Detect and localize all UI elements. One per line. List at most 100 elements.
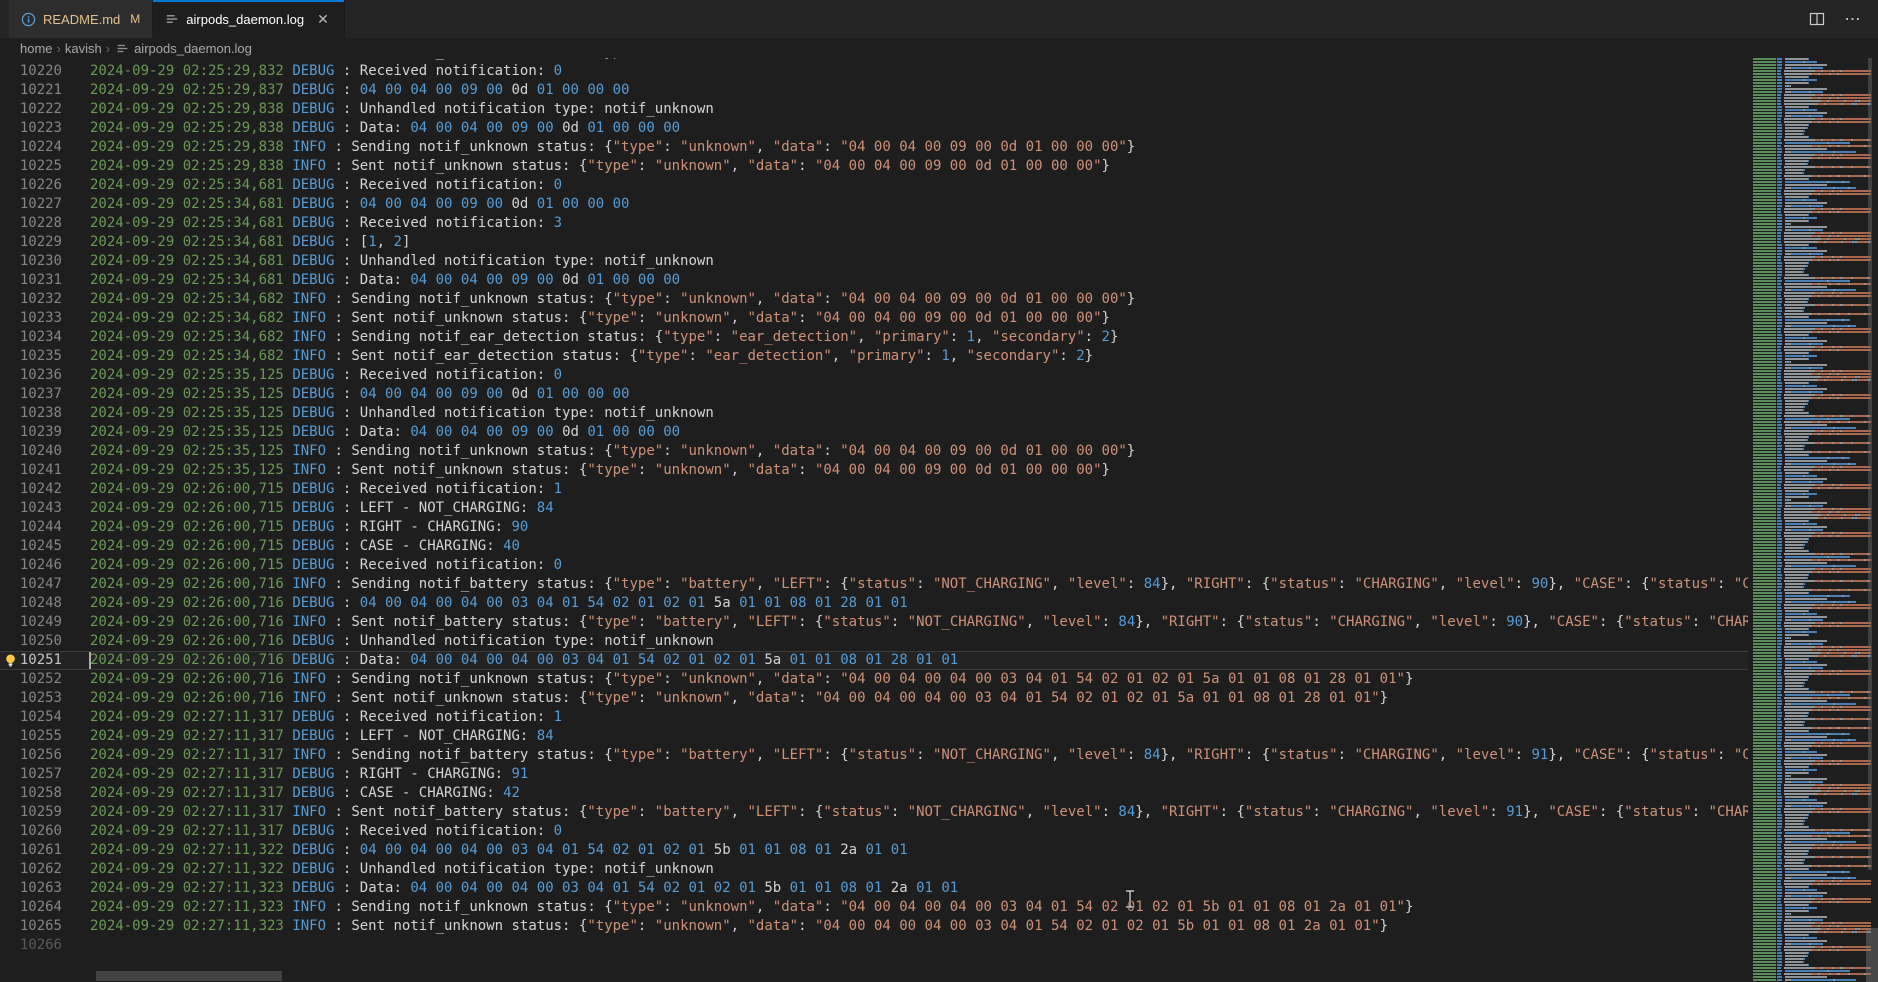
log-line[interactable]: 102202024-09-29 02:25:29,832 DEBUG : Rec… [0,62,1878,81]
lightbulb-icon[interactable] [3,653,18,668]
log-line[interactable]: 102372024-09-29 02:25:35,125 DEBUG : 04 … [0,385,1878,404]
minimap-line [1753,487,1871,489]
log-line[interactable]: 102652024-09-29 02:27:11,323 INFO : Sent… [0,917,1878,936]
log-line[interactable]: 102472024-09-29 02:26:00,716 INFO : Send… [0,575,1878,594]
log-line[interactable]: 102532024-09-29 02:26:00,716 INFO : Sent… [0,689,1878,708]
log-line[interactable]: 102492024-09-29 02:26:00,716 INFO : Sent… [0,613,1878,632]
log-line[interactable]: 102442024-09-29 02:26:00,715 DEBUG : RIG… [0,518,1878,537]
log-line[interactable]: 102422024-09-29 02:26:00,715 DEBUG : Rec… [0,480,1878,499]
log-line[interactable]: 102582024-09-29 02:27:11,317 DEBUG : CAS… [0,784,1878,803]
minimap-line [1753,973,1871,975]
log-line[interactable]: 102262024-09-29 02:25:34,681 DEBUG : Rec… [0,176,1878,195]
log-line[interactable]: 102282024-09-29 02:25:34,681 DEBUG : Rec… [0,214,1878,233]
log-line[interactable]: 102622024-09-29 02:27:11,322 DEBUG : Unh… [0,860,1878,879]
minimap-line [1753,511,1871,513]
log-line[interactable]: 102392024-09-29 02:25:35,125 DEBUG : Dat… [0,423,1878,442]
minimap-line [1753,364,1871,366]
log-line[interactable]: 102242024-09-29 02:25:29,838 INFO : Send… [0,138,1878,157]
log-line[interactable]: 102572024-09-29 02:27:11,317 DEBUG : RIG… [0,765,1878,784]
vertical-scrollbar[interactable] [1866,928,1878,982]
log-line[interactable]: 102312024-09-29 02:25:34,681 DEBUG : Dat… [0,271,1878,290]
minimap-line [1753,412,1871,414]
minimap-line [1753,409,1871,411]
minimap-line [1753,232,1871,234]
line-number: 10232 [0,290,62,309]
log-line-text: 2024-09-29 02:26:00,716 INFO : Sending n… [90,575,1748,594]
tab-readme[interactable]: README.md M [9,0,153,38]
line-number: 10230 [0,252,62,271]
log-line[interactable]: 102402024-09-29 02:25:35,125 INFO : Send… [0,442,1878,461]
minimap-line [1753,139,1871,141]
log-line[interactable]: 102632024-09-29 02:27:11,323 DEBUG : Dat… [0,879,1878,898]
log-line[interactable]: 102292024-09-29 02:25:34,681 DEBUG : [1,… [0,233,1878,252]
log-line[interactable]: 102222024-09-29 02:25:29,838 DEBUG : Unh… [0,100,1878,119]
log-line[interactable]: 102592024-09-29 02:27:11,317 INFO : Sent… [0,803,1878,822]
minimap-line [1753,460,1871,462]
log-line[interactable]: 102212024-09-29 02:25:29,837 DEBUG : 04 … [0,81,1878,100]
log-line[interactable]: 10266 [0,936,1878,955]
log-line[interactable]: 102252024-09-29 02:25:29,838 INFO : Sent… [0,157,1878,176]
log-line-text: 2024-09-29 02:25:34,681 DEBUG : Received… [90,176,562,195]
minimap-line [1753,541,1871,543]
log-line[interactable]: 102432024-09-29 02:26:00,715 DEBUG : LEF… [0,499,1878,518]
close-icon[interactable]: ✕ [314,11,332,27]
more-actions-icon[interactable]: ⋯ [1842,8,1864,30]
minimap-line [1753,82,1871,84]
minimap-line [1753,706,1871,708]
log-line[interactable]: 102612024-09-29 02:27:11,322 DEBUG : 04 … [0,841,1878,860]
minimap-line [1753,520,1871,522]
log-line-text: 2024-09-29 02:26:00,715 DEBUG : CASE - C… [90,537,520,556]
log-line[interactable]: 102542024-09-29 02:27:11,317 DEBUG : Rec… [0,708,1878,727]
minimap-line [1753,208,1871,210]
log-line[interactable]: 102362024-09-29 02:25:35,125 DEBUG : Rec… [0,366,1878,385]
minimap-line [1753,652,1871,654]
minimap-line [1753,67,1871,69]
breadcrumb-item-file[interactable]: airpods_daemon.log [134,41,252,56]
log-line[interactable]: 102562024-09-29 02:27:11,317 INFO : Send… [0,746,1878,765]
breadcrumb-item-kavish[interactable]: kavish [65,41,102,56]
tab-airpods-daemon-log[interactable]: airpods_daemon.log ✕ [153,0,345,38]
minimap-line [1753,817,1871,819]
minimap-line [1753,700,1871,702]
log-line[interactable]: 102512024-09-29 02:26:00,716 DEBUG : Dat… [0,651,1878,670]
minimap[interactable] [1748,58,1878,982]
log-line[interactable]: 102452024-09-29 02:26:00,715 DEBUG : CAS… [0,537,1878,556]
minimap-line [1753,148,1871,150]
minimap-line [1753,94,1871,96]
log-line[interactable]: 102552024-09-29 02:27:11,317 DEBUG : LEF… [0,727,1878,746]
log-line[interactable]: 102302024-09-29 02:25:34,681 DEBUG : Unh… [0,252,1878,271]
log-line-text: 2024-09-29 02:27:11,317 DEBUG : CASE - C… [90,784,520,803]
log-line[interactable]: 102642024-09-29 02:27:11,323 INFO : Send… [0,898,1878,917]
split-editor-icon[interactable] [1806,8,1828,30]
minimap-line [1753,343,1871,345]
log-line[interactable]: 102382024-09-29 02:25:35,125 DEBUG : Unh… [0,404,1878,423]
log-line[interactable]: 102352024-09-29 02:25:34,682 INFO : Sent… [0,347,1878,366]
editor-pane[interactable]: 2024-09-29 02:25:29,832 INFO : Sent noti… [0,58,1878,982]
log-line[interactable]: 102482024-09-29 02:26:00,716 DEBUG : 04 … [0,594,1878,613]
minimap-line [1753,310,1871,312]
log-lines[interactable]: 102202024-09-29 02:25:29,832 DEBUG : Rec… [0,62,1878,955]
log-line[interactable]: 102332024-09-29 02:25:34,682 INFO : Sent… [0,309,1878,328]
minimap-line [1753,496,1871,498]
log-line[interactable]: 102322024-09-29 02:25:34,682 INFO : Send… [0,290,1878,309]
log-line-text: 2024-09-29 02:25:34,681 DEBUG : Data: 04… [90,271,680,290]
log-line[interactable]: 102502024-09-29 02:26:00,716 DEBUG : Unh… [0,632,1878,651]
log-line[interactable]: 102602024-09-29 02:27:11,317 DEBUG : Rec… [0,822,1878,841]
breadcrumb: home › kavish › airpods_daemon.log [0,38,1878,58]
log-line[interactable]: 102342024-09-29 02:25:34,682 INFO : Send… [0,328,1878,347]
minimap-line [1753,157,1871,159]
line-number: 10237 [0,385,62,404]
line-number: 10262 [0,860,62,879]
line-number: 10224 [0,138,62,157]
log-line[interactable]: 102272024-09-29 02:25:34,681 DEBUG : 04 … [0,195,1878,214]
minimap-line [1753,382,1871,384]
log-line[interactable]: 102522024-09-29 02:26:00,716 INFO : Send… [0,670,1878,689]
log-line[interactable]: 102462024-09-29 02:26:00,715 DEBUG : Rec… [0,556,1878,575]
log-line[interactable]: 102412024-09-29 02:25:35,125 INFO : Sent… [0,461,1878,480]
breadcrumb-item-home[interactable]: home [20,41,53,56]
horizontal-scrollbar[interactable] [96,971,282,981]
minimap-line [1753,367,1871,369]
minimap-line [1753,616,1871,618]
minimap-line [1753,217,1871,219]
log-line[interactable]: 102232024-09-29 02:25:29,838 DEBUG : Dat… [0,119,1878,138]
